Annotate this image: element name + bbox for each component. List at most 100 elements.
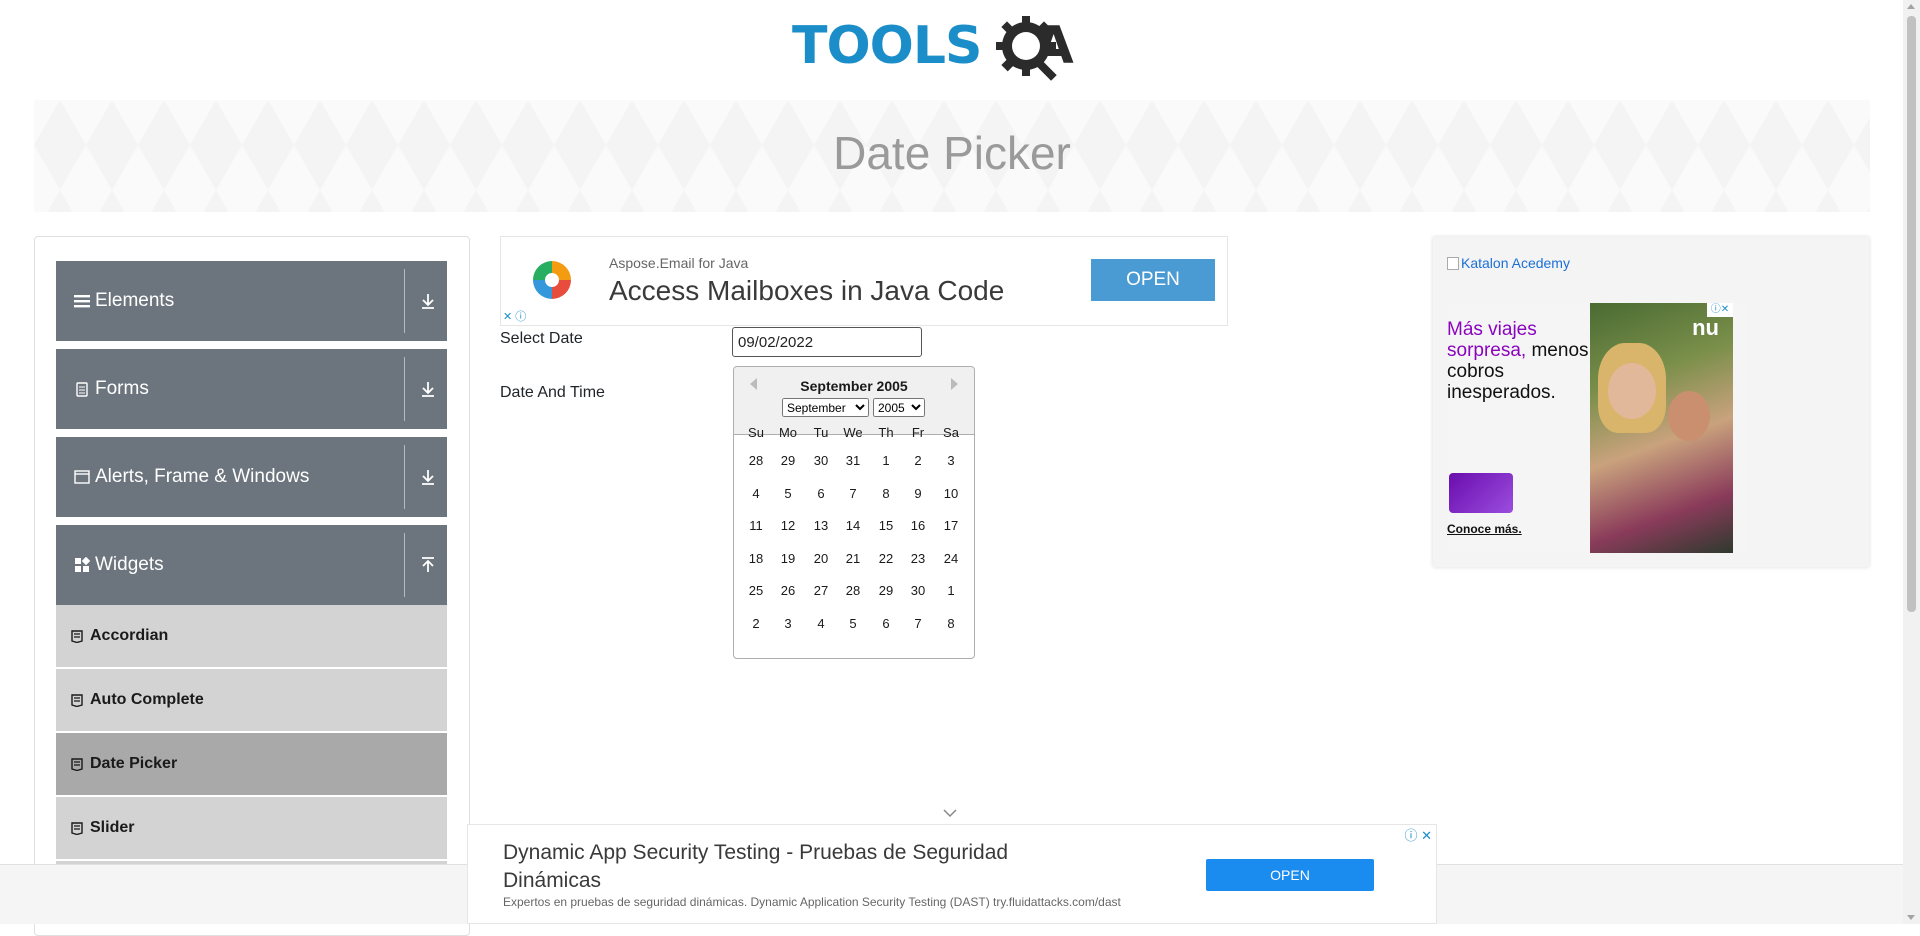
sidebar-group-alerts-frame-windows[interactable]: Alerts, Frame & Windows bbox=[56, 437, 447, 517]
scroll-up-arrow-icon[interactable] bbox=[1907, 4, 1915, 9]
datepicker-day[interactable]: 6 bbox=[805, 482, 837, 506]
sidebar-group-label: Alerts, Frame & Windows bbox=[95, 466, 310, 487]
datepicker-day[interactable]: 16 bbox=[902, 514, 934, 538]
ad-banner-right[interactable]: Katalon Acedemy Más viajes sorpresa, men… bbox=[1433, 237, 1869, 567]
sidebar-group-forms[interactable]: Forms bbox=[56, 349, 447, 429]
sidebar-group-label: Elements bbox=[95, 290, 175, 311]
sidebar-item-label: Auto Complete bbox=[90, 691, 204, 708]
datepicker-day[interactable]: 30 bbox=[902, 579, 934, 603]
ad-banner-top[interactable]: Aspose.Email for Java Access Mailboxes i… bbox=[500, 236, 1228, 326]
datepicker-day[interactable]: 10 bbox=[935, 482, 967, 506]
datepicker-day[interactable]: 12 bbox=[772, 514, 804, 538]
current-month-label: September 2005 bbox=[800, 378, 908, 394]
datepicker-day[interactable]: 25 bbox=[740, 579, 772, 603]
broken-image-alt-text: Katalon Acedemy bbox=[1461, 255, 1570, 271]
datepicker-day[interactable]: 9 bbox=[902, 482, 934, 506]
sidebar-item-label: Slider bbox=[90, 819, 135, 836]
nu-headline-purple: Más viajes sorpresa, bbox=[1447, 319, 1537, 361]
datepicker-day[interactable]: 15 bbox=[870, 514, 902, 538]
upload-arrow-icon[interactable] bbox=[417, 553, 439, 577]
download-arrow-icon[interactable] bbox=[417, 377, 439, 401]
datepicker-day[interactable]: 17 bbox=[935, 514, 967, 538]
ad-photo: nu ⓘ✕ bbox=[1590, 303, 1733, 553]
photo-face bbox=[1608, 363, 1656, 419]
scrollbar-thumb[interactable] bbox=[1907, 16, 1916, 612]
page-scrollbar[interactable] bbox=[1903, 0, 1920, 924]
ad-open-button[interactable]: OPEN bbox=[1206, 859, 1374, 891]
datepicker-day[interactable]: 29 bbox=[772, 449, 804, 473]
photo-face bbox=[1668, 391, 1710, 441]
datepicker-day[interactable]: 28 bbox=[740, 449, 772, 473]
datepicker-day[interactable]: 5 bbox=[772, 482, 804, 506]
datepicker-day[interactable]: 1 bbox=[935, 579, 967, 603]
datepicker-day[interactable]: 28 bbox=[837, 579, 869, 603]
divider bbox=[404, 269, 405, 333]
datepicker-day[interactable]: 6 bbox=[870, 612, 902, 636]
divider bbox=[404, 357, 405, 421]
widgets-grid-icon bbox=[73, 556, 91, 574]
left-sidebar: Elements Forms Alerts, Frame & Windows W… bbox=[34, 236, 470, 936]
datepicker-day[interactable]: 7 bbox=[837, 482, 869, 506]
chevron-down-icon[interactable] bbox=[942, 808, 958, 818]
datepicker-day[interactable]: 31 bbox=[837, 449, 869, 473]
datepicker-day[interactable]: 20 bbox=[805, 547, 837, 571]
sidebar-item-accordian[interactable]: Accordian bbox=[56, 605, 447, 667]
day-name: Sa bbox=[943, 425, 959, 440]
datepicker-day[interactable]: 2 bbox=[902, 449, 934, 473]
ad-subtitle: Aspose.Email for Java bbox=[609, 255, 749, 271]
datepicker-day[interactable]: 14 bbox=[837, 514, 869, 538]
datepicker-day[interactable]: 2 bbox=[740, 612, 772, 636]
datepicker-day[interactable]: 11 bbox=[740, 514, 772, 538]
katalon-broken-image[interactable]: Katalon Acedemy bbox=[1447, 255, 1570, 271]
ad-headline[interactable]: Dynamic App Security Testing - Pruebas d… bbox=[503, 839, 1103, 895]
month-select[interactable]: September bbox=[782, 398, 869, 417]
datepicker-day[interactable]: 4 bbox=[805, 612, 837, 636]
download-arrow-icon[interactable] bbox=[417, 465, 439, 489]
datepicker-day[interactable]: 23 bbox=[902, 547, 934, 571]
select-date-label: Select Date bbox=[500, 330, 583, 347]
datepicker-day[interactable]: 18 bbox=[740, 547, 772, 571]
sidebar-group-widgets[interactable]: Widgets bbox=[56, 525, 447, 605]
datepicker-day[interactable]: 8 bbox=[870, 482, 902, 506]
datepicker-day[interactable]: 29 bbox=[870, 579, 902, 603]
ad-close-info-icons[interactable]: ✕ ⓘ bbox=[503, 312, 526, 323]
datepicker-day[interactable]: 5 bbox=[837, 612, 869, 636]
datepicker-day[interactable]: 19 bbox=[772, 547, 804, 571]
select-date-input[interactable] bbox=[732, 327, 922, 357]
datepicker-day[interactable]: 13 bbox=[805, 514, 837, 538]
ad-banner-bottom[interactable]: Dynamic App Security Testing - Pruebas d… bbox=[467, 824, 1437, 924]
nu-logo: nu bbox=[1692, 315, 1719, 340]
datepicker-day[interactable]: 8 bbox=[935, 612, 967, 636]
sidebar-group-elements[interactable]: Elements bbox=[56, 261, 447, 341]
datepicker-day[interactable]: 27 bbox=[805, 579, 837, 603]
conoce-mas-link[interactable]: Conoce más. bbox=[1447, 522, 1522, 536]
logo-text-tools: TOOLS bbox=[792, 16, 982, 76]
download-arrow-icon[interactable] bbox=[417, 289, 439, 313]
ad-close-info-icons[interactable]: ⓘ ✕ bbox=[1404, 825, 1432, 844]
datepicker-day[interactable]: 3 bbox=[935, 449, 967, 473]
datepicker-day[interactable]: 3 bbox=[772, 612, 804, 636]
ad-description: Expertos en pruebas de seguridad dinámic… bbox=[503, 895, 1121, 909]
ad-close-info-icons[interactable]: ⓘ✕ bbox=[1707, 303, 1733, 317]
hamburger-icon bbox=[73, 292, 91, 310]
datepicker-day[interactable]: 7 bbox=[902, 612, 934, 636]
ad-open-button[interactable]: OPEN bbox=[1091, 259, 1215, 301]
datepicker-day[interactable]: 1 bbox=[870, 449, 902, 473]
datepicker-day[interactable]: 26 bbox=[772, 579, 804, 603]
sidebar-item-slider[interactable]: Slider bbox=[56, 797, 447, 859]
datepicker-day[interactable]: 21 bbox=[837, 547, 869, 571]
sidebar-item-date-picker[interactable]: Date Picker bbox=[56, 733, 447, 795]
divider bbox=[404, 445, 405, 509]
sidebar-item-label: Accordian bbox=[90, 627, 169, 644]
toolsqa-logo[interactable]: TOOLS A bbox=[792, 14, 1114, 94]
scroll-down-arrow-icon[interactable] bbox=[1907, 915, 1915, 920]
sidebar-item-auto-complete[interactable]: Auto Complete bbox=[56, 669, 447, 731]
datepicker-day[interactable]: 4 bbox=[740, 482, 772, 506]
year-select[interactable]: 2005 bbox=[873, 398, 925, 417]
datepicker-day[interactable]: 22 bbox=[870, 547, 902, 571]
nubank-ad[interactable]: Más viajes sorpresa, menos cobros inespe… bbox=[1447, 303, 1747, 553]
datepicker-day[interactable]: 24 bbox=[935, 547, 967, 571]
nu-card-image bbox=[1449, 473, 1513, 513]
datepicker-day[interactable]: 30 bbox=[805, 449, 837, 473]
ad-headline[interactable]: Access Mailboxes in Java Code bbox=[609, 275, 1004, 307]
